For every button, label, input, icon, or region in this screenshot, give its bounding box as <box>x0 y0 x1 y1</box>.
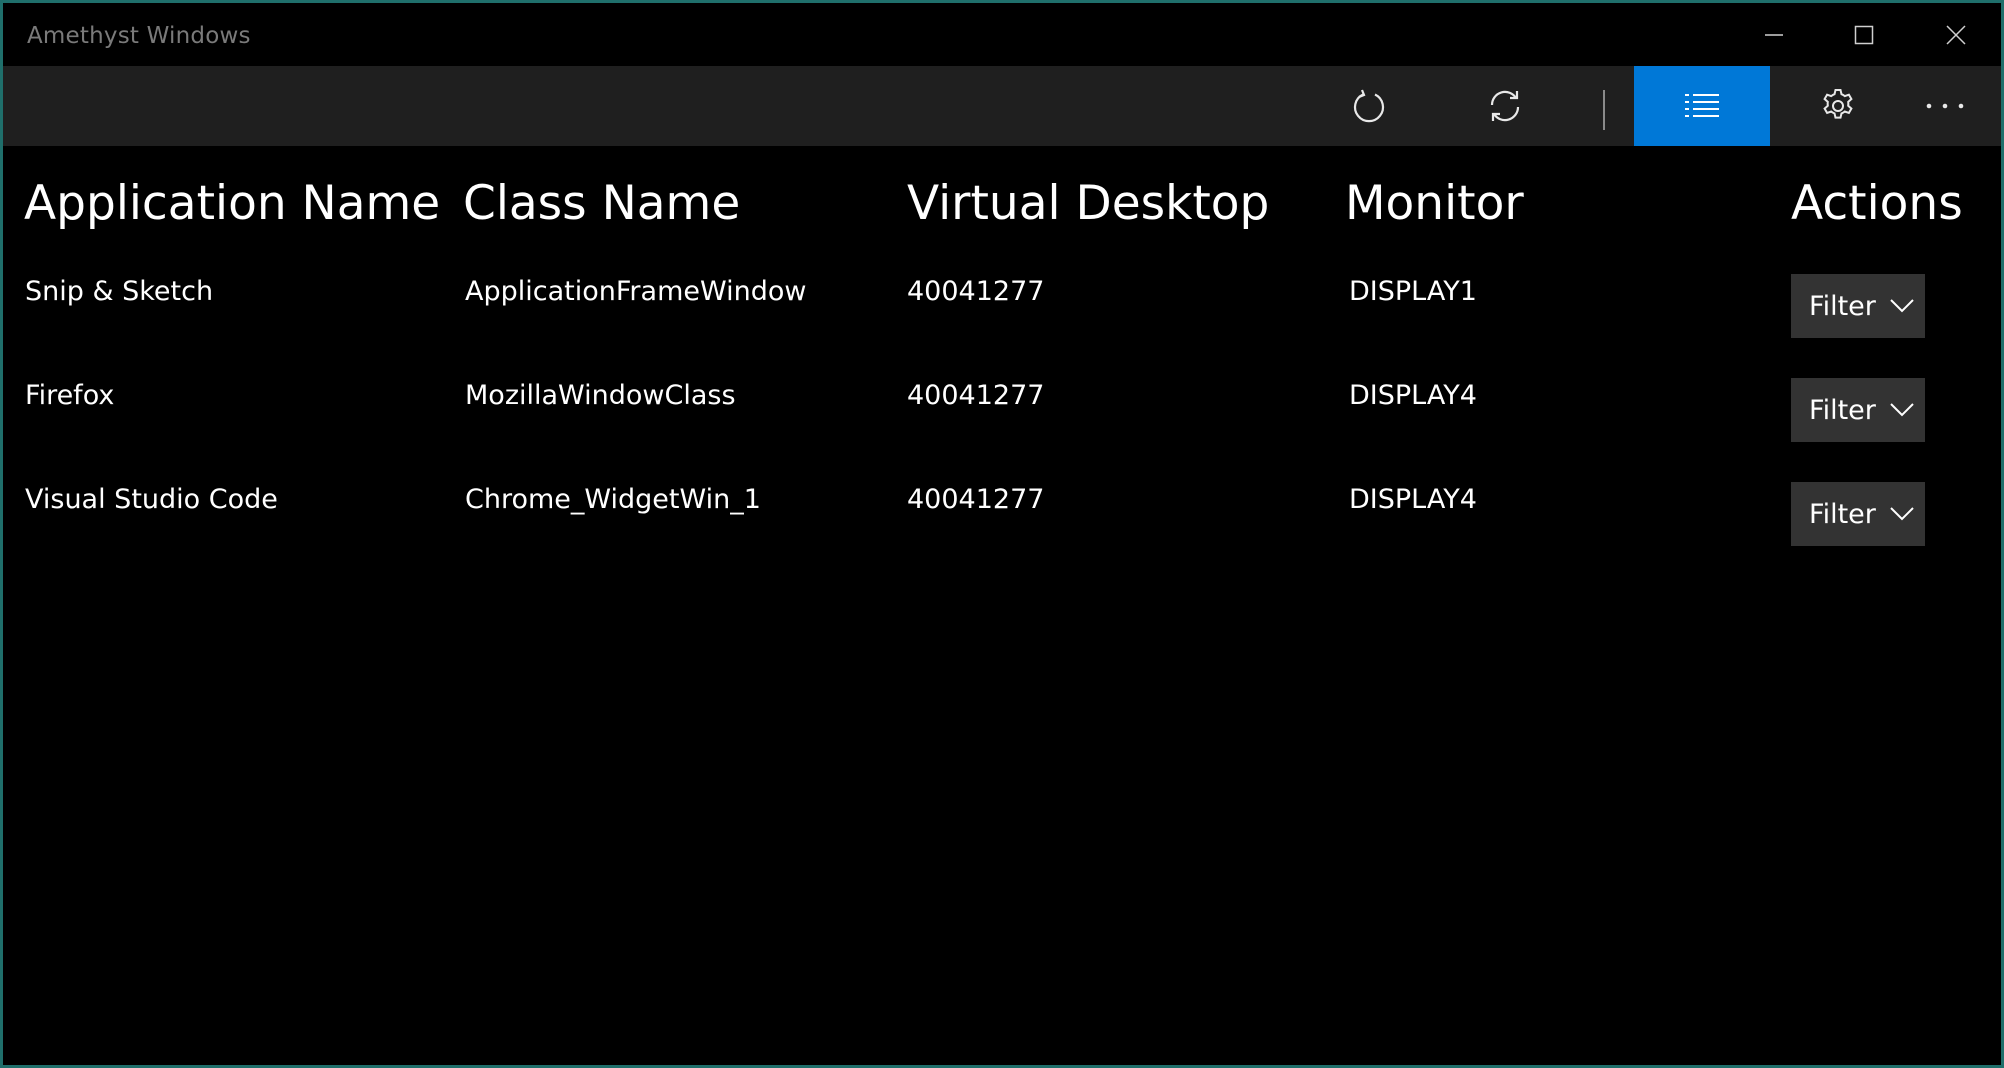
toolbar-separator <box>1603 90 1605 130</box>
minimize-icon <box>1765 33 1783 36</box>
column-header-virtual-desktop: Virtual Desktop <box>907 176 1270 231</box>
column-header-class-name: Class Name <box>463 176 741 231</box>
command-bar <box>3 66 2001 146</box>
refresh-icon <box>1353 89 1385 123</box>
filter-button-label: Filter <box>1809 394 1876 426</box>
monitor-cell: DISPLAY4 <box>1349 380 1477 411</box>
class-name-cell: ApplicationFrameWindow <box>465 276 807 307</box>
virtual-desktop-cell: 40041277 <box>907 380 1045 411</box>
filter-dropdown-button[interactable]: Filter <box>1791 274 1925 338</box>
app-window: Amethyst Windows Application Name Class … <box>0 0 2004 1068</box>
column-header-monitor: Monitor <box>1345 176 1524 231</box>
filter-button-label: Filter <box>1809 290 1876 322</box>
window-title: Amethyst Windows <box>27 23 251 49</box>
virtual-desktop-cell: 40041277 <box>907 276 1045 307</box>
close-icon <box>1946 24 1966 45</box>
refresh-button[interactable] <box>1301 66 1437 146</box>
table-row: Snip & Sketch ApplicationFrameWindow 400… <box>3 256 2001 360</box>
title-bar[interactable]: Amethyst Windows <box>3 3 2001 66</box>
table-row: Visual Studio Code Chrome_WidgetWin_1 40… <box>3 464 2001 568</box>
settings-button[interactable] <box>1770 66 1906 146</box>
class-name-cell: Chrome_WidgetWin_1 <box>465 484 761 515</box>
close-button[interactable] <box>1911 3 2001 66</box>
window-list-button[interactable] <box>1634 66 1770 146</box>
maximize-button[interactable] <box>1819 3 1909 66</box>
virtual-desktop-cell: 40041277 <box>907 484 1045 515</box>
minimize-button[interactable] <box>1729 3 1819 66</box>
sync-icon <box>1490 90 1520 122</box>
column-header-application-name: Application Name <box>24 176 441 231</box>
application-name-cell: Firefox <box>25 380 115 411</box>
application-name-cell: Snip & Sketch <box>25 276 214 307</box>
filter-button-label: Filter <box>1809 498 1876 530</box>
more-options-button[interactable] <box>1890 66 2000 146</box>
chevron-down-icon <box>1890 507 1914 521</box>
application-name-cell: Visual Studio Code <box>25 484 278 515</box>
table-row: Firefox MozillaWindowClass 40041277 DISP… <box>3 360 2001 464</box>
maximize-icon <box>1854 25 1874 44</box>
gear-icon <box>1823 89 1853 119</box>
filter-dropdown-button[interactable]: Filter <box>1791 482 1925 546</box>
list-icon <box>1685 94 1719 117</box>
filter-dropdown-button[interactable]: Filter <box>1791 378 1925 442</box>
chevron-down-icon <box>1890 299 1914 313</box>
sync-button[interactable] <box>1437 66 1573 146</box>
more-icon <box>1926 103 1964 109</box>
monitor-cell: DISPLAY4 <box>1349 484 1477 515</box>
column-header-actions: Actions <box>1791 176 1963 231</box>
class-name-cell: MozillaWindowClass <box>465 380 736 411</box>
monitor-cell: DISPLAY1 <box>1349 276 1477 307</box>
chevron-down-icon <box>1890 403 1914 417</box>
table-header: Application Name Class Name Virtual Desk… <box>3 146 2001 256</box>
